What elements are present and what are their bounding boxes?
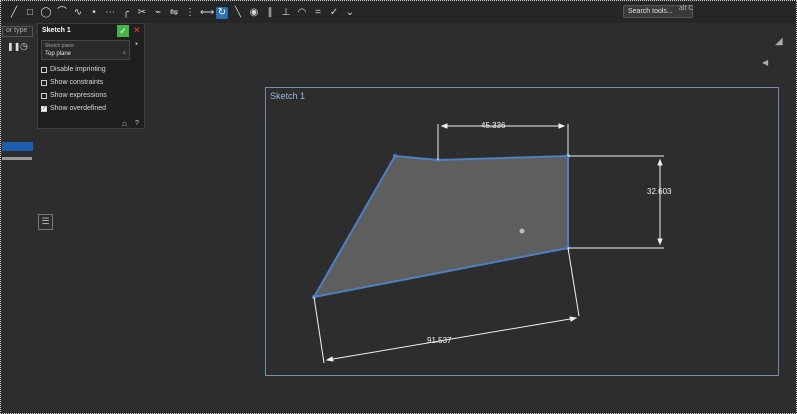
sketch-region[interactable] [312,154,569,299]
sketch-centroid-point [519,228,525,234]
bottom-dimension-label: 91.537 [427,336,452,345]
sketch-point-top-left[interactable] [393,154,397,158]
sketch-canvas: 45.336 32.603 91.537 [312,121,672,364]
top-dimension-label: 45.336 [481,121,506,130]
right-dimension-label: 32.603 [647,187,672,196]
right-dimension[interactable] [568,155,664,249]
